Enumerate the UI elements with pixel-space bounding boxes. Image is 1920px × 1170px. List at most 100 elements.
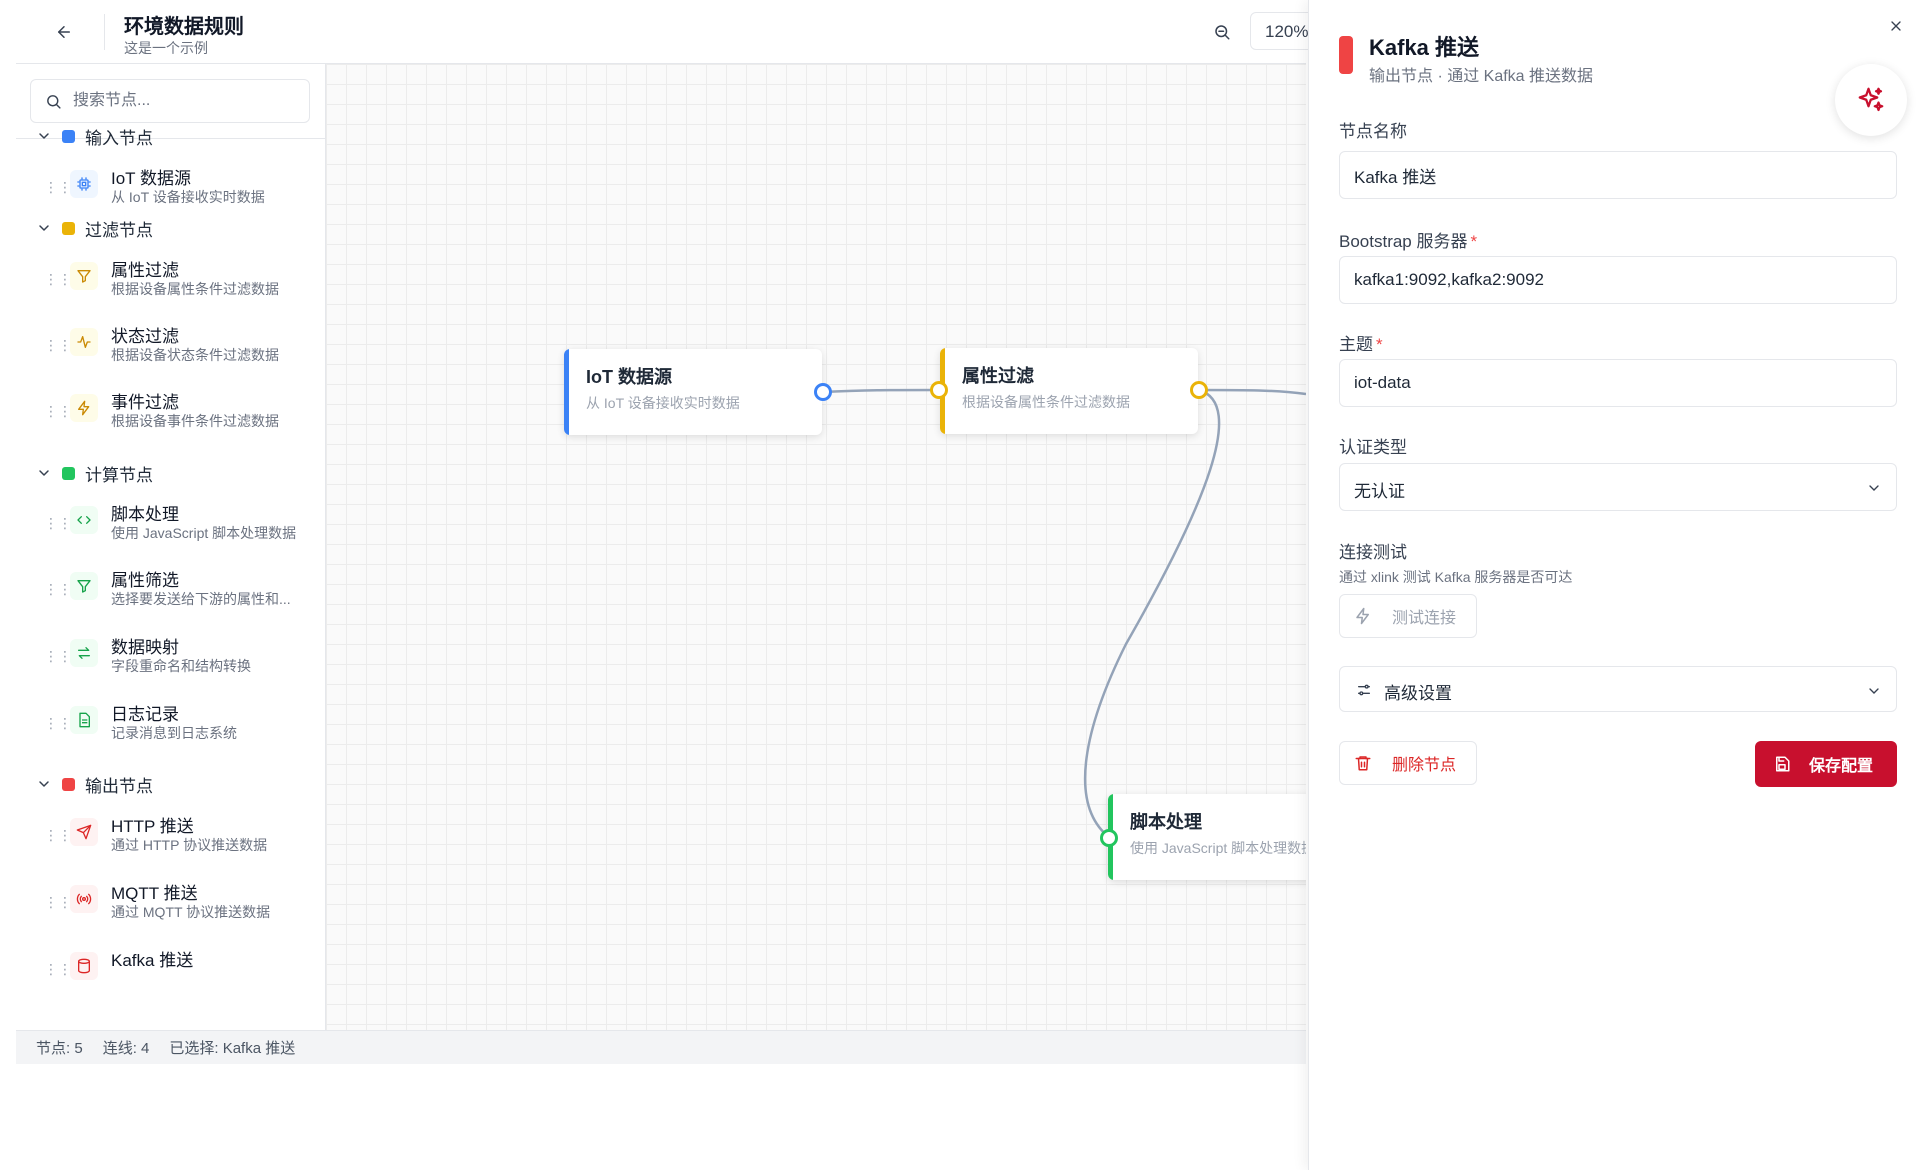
item-description: 根据设备属性条件过滤数据	[111, 281, 279, 297]
group-compute-nodes[interactable]: 计算节点	[36, 461, 153, 485]
bootstrap-servers-input[interactable]	[1339, 256, 1897, 304]
edge-iot-to-filter[interactable]	[822, 388, 940, 394]
palette-item-attribute-select[interactable]: ⋮⋮ 属性筛选 选择要发送给下游的属性和...	[44, 566, 314, 622]
topic-input[interactable]	[1339, 359, 1897, 407]
arrow-left-icon	[58, 26, 70, 38]
lightning-icon	[70, 394, 98, 422]
node-config-panel: Kafka 推送 输出节点 · 通过 Kafka 推送数据 节点名称 Boots…	[1308, 0, 1920, 1170]
group-filter-nodes[interactable]: 过滤节点	[36, 216, 153, 240]
group-label: 输入节点	[85, 128, 153, 148]
palette-item-event-filter[interactable]: ⋮⋮ 事件过滤 根据设备事件条件过滤数据	[44, 388, 314, 444]
item-name: 状态过滤	[111, 327, 179, 346]
node-input-handle[interactable]	[930, 381, 948, 399]
item-name: 数据映射	[111, 638, 179, 657]
drag-handle-icon[interactable]: ⋮⋮	[44, 338, 72, 352]
sliders-icon	[1358, 684, 1370, 696]
test-connection-button[interactable]: 测试连接	[1339, 594, 1477, 638]
connection-test-label: 连接测试	[1339, 543, 1407, 562]
item-description: 记录消息到日志系统	[111, 725, 237, 741]
page-title: 环境数据规则	[124, 16, 244, 38]
canvas-node-iot-source[interactable]: IoT 数据源 从 IoT 设备接收实时数据	[564, 349, 822, 435]
node-output-handle[interactable]	[814, 383, 832, 401]
status-bar: 节点: 5 连线: 4 已选择: Kafka 推送	[16, 1030, 1306, 1064]
item-name: 属性筛选	[111, 571, 179, 590]
drag-handle-icon[interactable]: ⋮⋮	[44, 828, 72, 842]
palette-item-iot-source[interactable]: ⋮⋮ IoT 数据源 从 IoT 设备接收实时数据	[44, 164, 314, 220]
status-edge-count: 连线: 4	[102, 1040, 150, 1057]
close-icon	[1891, 21, 1901, 31]
drag-handle-icon[interactable]: ⋮⋮	[44, 516, 72, 530]
drag-handle-icon[interactable]: ⋮⋮	[44, 180, 72, 194]
group-color-dot	[62, 129, 75, 143]
edge-filter-to-script[interactable]	[1083, 388, 1221, 839]
canvas-node-attribute-filter[interactable]: 属性过滤 根据设备属性条件过滤数据	[940, 348, 1198, 434]
node-title: 脚本处理	[1130, 812, 1202, 832]
drag-handle-icon[interactable]: ⋮⋮	[44, 649, 72, 663]
save-config-button[interactable]: 保存配置	[1755, 741, 1897, 787]
drag-handle-icon[interactable]: ⋮⋮	[44, 582, 72, 596]
node-input-handle[interactable]	[1100, 829, 1118, 847]
node-title: 属性过滤	[962, 366, 1034, 386]
item-description: 根据设备状态条件过滤数据	[111, 347, 279, 363]
close-panel-button[interactable]	[1884, 14, 1908, 38]
delete-node-button[interactable]: 删除节点	[1339, 741, 1477, 785]
palette-item-script[interactable]: ⋮⋮ 脚本处理 使用 JavaScript 脚本处理数据	[44, 500, 314, 556]
node-color-bar	[564, 349, 569, 435]
chevron-down-icon	[39, 470, 49, 476]
item-description: 通过 MQTT 协议推送数据	[111, 904, 271, 920]
connection-test-help: 通过 xlink 测试 Kafka 服务器是否可达	[1339, 569, 1573, 585]
item-name: MQTT 推送	[111, 884, 198, 903]
status-selected: 已选择: Kafka 推送	[169, 1040, 296, 1057]
back-button[interactable]	[48, 16, 80, 48]
drag-handle-icon[interactable]: ⋮⋮	[44, 716, 72, 730]
item-description: 根据设备事件条件过滤数据	[111, 413, 279, 429]
palette-item-data-mapping[interactable]: ⋮⋮ 数据映射 字段重命名和结构转换	[44, 633, 314, 689]
panel-subtitle: 输出节点 · 通过 Kafka 推送数据	[1369, 68, 1594, 85]
document-icon	[70, 706, 98, 734]
item-description: 字段重命名和结构转换	[111, 658, 251, 674]
drag-handle-icon[interactable]: ⋮⋮	[44, 895, 72, 909]
node-description: 从 IoT 设备接收实时数据	[586, 395, 740, 411]
panel-accent-bar	[1339, 36, 1353, 74]
palette-item-http-push[interactable]: ⋮⋮ HTTP 推送 通过 HTTP 协议推送数据	[44, 812, 314, 868]
chevron-down-icon	[1869, 688, 1879, 694]
group-color-dot	[62, 466, 75, 480]
drag-handle-icon[interactable]: ⋮⋮	[44, 404, 72, 418]
item-description: 选择要发送给下游的属性和...	[111, 591, 291, 607]
flow-canvas[interactable]: IoT 数据源 从 IoT 设备接收实时数据 属性过滤 根据设备属性条件过滤数据…	[326, 64, 1306, 1030]
topic-label: 主题 *	[1339, 335, 1383, 354]
palette-item-attribute-filter[interactable]: ⋮⋮ 属性过滤 根据设备属性条件过滤数据	[44, 256, 314, 312]
activity-icon	[70, 328, 98, 356]
drag-handle-icon[interactable]: ⋮⋮	[44, 962, 72, 976]
palette-item-logging[interactable]: ⋮⋮ 日志记录 记录消息到日志系统	[44, 700, 314, 756]
ai-assistant-button[interactable]	[1835, 64, 1907, 136]
top-header: 环境数据规则 这是一个示例 120%	[16, 0, 1330, 64]
item-name: Kafka 推送	[111, 951, 194, 970]
group-input-nodes[interactable]: 输入节点	[36, 124, 153, 148]
auth-type-label: 认证类型	[1339, 438, 1407, 457]
group-color-dot	[62, 221, 75, 235]
code-icon	[70, 506, 98, 534]
palette-item-kafka-push[interactable]: ⋮⋮ Kafka 推送	[44, 946, 314, 1002]
chevron-down-icon	[39, 781, 49, 787]
send-icon	[70, 818, 98, 846]
panel-title: Kafka 推送	[1369, 35, 1480, 60]
node-output-handle[interactable]	[1190, 381, 1208, 399]
group-output-nodes[interactable]: 输出节点	[36, 772, 153, 796]
item-description: 通过 HTTP 协议推送数据	[111, 837, 268, 853]
advanced-settings-label: 高级设置	[1384, 684, 1452, 703]
palette-item-mqtt-push[interactable]: ⋮⋮ MQTT 推送 通过 MQTT 协议推送数据	[44, 879, 314, 935]
auth-type-value: 无认证	[1354, 482, 1405, 501]
drag-handle-icon[interactable]: ⋮⋮	[44, 272, 72, 286]
item-description: 从 IoT 设备接收实时数据	[111, 189, 265, 205]
advanced-settings-toggle[interactable]: 高级设置	[1339, 666, 1897, 712]
item-name: 脚本处理	[111, 505, 179, 524]
node-description: 根据设备属性条件过滤数据	[962, 394, 1130, 410]
palette-item-status-filter[interactable]: ⋮⋮ 状态过滤 根据设备状态条件过滤数据	[44, 322, 314, 378]
canvas-node-script[interactable]: 脚本处理 使用 JavaScript 脚本处理数据	[1108, 794, 1306, 880]
node-name-input[interactable]	[1339, 151, 1897, 199]
search-input[interactable]	[73, 90, 293, 112]
auth-type-select[interactable]: 无认证	[1339, 463, 1897, 511]
zoom-out-button[interactable]	[1206, 16, 1238, 48]
edge-filter-to-kafka[interactable]	[1198, 388, 1306, 396]
